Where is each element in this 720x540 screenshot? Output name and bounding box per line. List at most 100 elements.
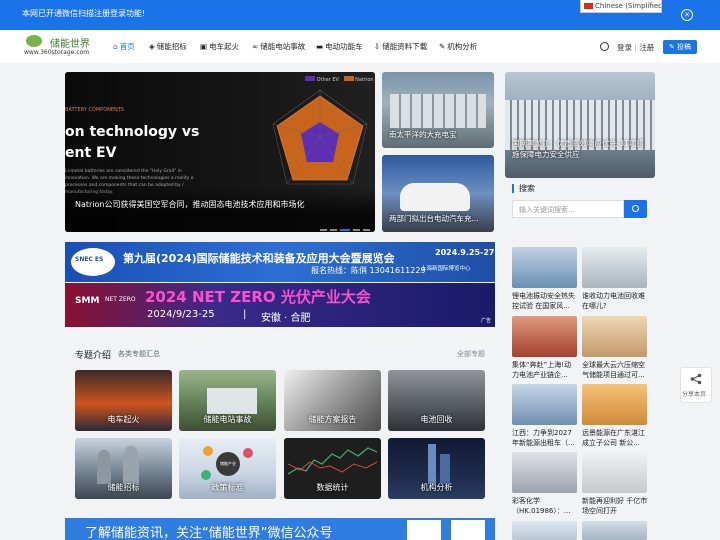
cooling-tower-image bbox=[97, 450, 111, 484]
topic-label: 机构分析 bbox=[420, 483, 453, 492]
news-thumbnail[interactable] bbox=[512, 247, 577, 288]
battery-containers-image bbox=[390, 94, 486, 128]
topic-card-ev-fire[interactable]: 电车起火 bbox=[75, 370, 172, 431]
cooling-tower-image bbox=[123, 446, 139, 484]
slider-dot-active[interactable] bbox=[340, 229, 350, 231]
nav-label: 机构分析 bbox=[447, 42, 478, 51]
news-thumbnail[interactable] bbox=[582, 247, 647, 288]
notice-text: 本网已开通微信扫描注册登录功能! bbox=[22, 9, 146, 18]
slider-dot[interactable] bbox=[363, 229, 370, 231]
ad-label: 广告 bbox=[481, 318, 492, 324]
radar-chart-graphic bbox=[272, 89, 368, 185]
hero-slider[interactable]: BATTERY COMPONENTS on technology vs ent … bbox=[65, 72, 375, 232]
news-card[interactable]: 国网黑龙江：优质高效响应优先 31项措施保障电力安全供应 bbox=[505, 72, 655, 178]
topic-card-statistics[interactable]: 数据统计 bbox=[284, 438, 381, 499]
news-title[interactable]: 锂电池振动安全热失控试验 在国家风... bbox=[512, 291, 578, 311]
topics-subtitle: 各类专题汇总 bbox=[118, 350, 160, 358]
site-logo[interactable]: 储能世界 www.360storage.com bbox=[24, 35, 94, 59]
expo-date: 2024.9.25-27 bbox=[435, 248, 495, 257]
topic-card-accidents[interactable]: 储能电站事故 bbox=[179, 370, 276, 431]
slider-dot[interactable] bbox=[320, 229, 327, 231]
car-icon: ▣ bbox=[200, 42, 208, 51]
sidebar-search-input[interactable]: 输入关键词搜索... bbox=[512, 200, 624, 218]
wrench-icon: ✎ bbox=[439, 42, 446, 51]
nav-item-home[interactable]: ⌂ 首页 bbox=[113, 41, 135, 52]
news-thumbnail[interactable] bbox=[512, 452, 577, 493]
topic-card-policy[interactable]: 储能产业 政策标准 bbox=[179, 438, 276, 499]
auth-links: 登录 | 注册 bbox=[617, 42, 654, 53]
home-icon: ⌂ bbox=[113, 42, 118, 51]
legend-natrion: Natrion bbox=[355, 77, 374, 83]
slider-dot[interactable] bbox=[330, 229, 337, 231]
expo-banner[interactable]: SNEC ES 第九届(2024)国际储能技术和装备及应用大会暨展览会 报名热线… bbox=[65, 242, 495, 282]
download-icon: ⇩ bbox=[374, 42, 381, 51]
ev-car-image bbox=[400, 183, 470, 211]
card-caption: 两部门拟出台电动汽车充... bbox=[389, 214, 479, 223]
link-icon: ∞ bbox=[252, 42, 259, 51]
topic-card-recycling[interactable]: 电池回收 bbox=[388, 370, 485, 431]
netzero-banner[interactable]: SMM NET ZERO 2024 NET ZERO 光伏产业大会 2024/9… bbox=[65, 283, 495, 327]
legend-other-ev: Other EV bbox=[316, 77, 339, 83]
topic-card-reports[interactable]: 储能方案报告 bbox=[284, 370, 381, 431]
topic-card-analysis[interactable]: 机构分析 bbox=[388, 438, 485, 499]
skyscraper-image bbox=[440, 454, 450, 484]
wechat-banner[interactable]: 了解储能资讯，关注“储能世界”微信公众号 bbox=[65, 518, 495, 540]
news-card[interactable]: 两部门拟出台电动汽车充... bbox=[382, 155, 494, 232]
login-link[interactable]: 登录 bbox=[617, 43, 632, 52]
topic-card-tenders[interactable]: 储能招标 bbox=[75, 438, 172, 499]
news-card[interactable]: 南太平洋的大充电宝 bbox=[382, 72, 494, 148]
topics-all-link[interactable]: 全部专题 bbox=[457, 349, 485, 359]
nav-item-function-vehicles[interactable]: ▬ 电动功能车 bbox=[316, 41, 363, 52]
news-title[interactable]: 全球最大云六压缩空气储能项目通过可... bbox=[582, 360, 648, 380]
netzero-logo: NET ZERO bbox=[105, 296, 136, 303]
language-selector[interactable]: Chinese (Simplified) bbox=[580, 0, 662, 13]
news-title[interactable]: 远景能源在广东湛江成立子公司 新公... bbox=[582, 428, 648, 448]
news-title[interactable]: 江西：力争到2027年新能源出租车（... bbox=[512, 428, 578, 448]
logo-name: 储能世界 bbox=[50, 39, 90, 50]
news-title[interactable]: 谁收动力电池回收难在哪儿? bbox=[582, 291, 648, 311]
news-title[interactable]: 彩客化学（HK.01986）：... bbox=[512, 496, 578, 516]
legend-swatch-natrion bbox=[343, 76, 354, 81]
news-title[interactable]: 集体“奔赴”上海!动力电池产业链企... bbox=[512, 360, 578, 380]
news-title[interactable]: 新能再迎利好 千亿市场空间打开 bbox=[582, 496, 648, 516]
close-icon[interactable]: ✕ bbox=[681, 9, 693, 21]
news-thumbnail[interactable] bbox=[512, 316, 577, 357]
expo-logo-text: SNEC ES bbox=[75, 256, 104, 263]
slider-dots[interactable] bbox=[320, 216, 373, 232]
card-caption: 南太平洋的大充电宝 bbox=[389, 130, 457, 139]
news-thumbnail[interactable] bbox=[512, 384, 577, 425]
slider-caption[interactable]: Natrion公司获得美国空军合同，推动固态电池技术应用和市场化 bbox=[75, 199, 315, 211]
nav-label: 电动功能车 bbox=[325, 42, 363, 51]
news-thumbnail[interactable] bbox=[582, 316, 647, 357]
news-thumbnail[interactable] bbox=[512, 521, 577, 540]
china-flag-icon bbox=[584, 3, 593, 9]
shield-icon: ◈ bbox=[149, 42, 155, 51]
nav-label: 储能招标 bbox=[156, 42, 187, 51]
nav-item-analysis[interactable]: ✎ 机构分析 bbox=[439, 41, 477, 52]
nav-item-accidents[interactable]: ∞ 储能电站事故 bbox=[252, 41, 305, 52]
news-thumbnail[interactable] bbox=[582, 452, 647, 493]
slider-dot[interactable] bbox=[353, 229, 360, 231]
register-link[interactable]: 注册 bbox=[639, 43, 654, 52]
sidebar-search-title: 搜索 bbox=[519, 184, 535, 193]
share-widget[interactable]: 分享本页 bbox=[680, 367, 712, 403]
sidebar-accent bbox=[512, 184, 514, 193]
news-thumbnail[interactable] bbox=[582, 521, 647, 540]
topic-label: 电池回收 bbox=[420, 415, 453, 424]
topics-title: 专题介绍 bbox=[75, 351, 112, 361]
nav-item-ev-fire[interactable]: ▣ 电车起火 bbox=[200, 41, 239, 52]
topic-label: 电车起火 bbox=[107, 415, 140, 424]
container-image bbox=[207, 388, 257, 414]
post-button[interactable]: ✎ 投稿 bbox=[663, 40, 697, 54]
news-thumbnail[interactable] bbox=[582, 384, 647, 425]
nav-item-tenders[interactable]: ◈ 储能招标 bbox=[149, 41, 187, 52]
nav-item-downloads[interactable]: ⇩ 储能资料下载 bbox=[374, 41, 427, 52]
logo-url: www.360storage.com bbox=[24, 49, 90, 56]
pencil-icon: ✎ bbox=[668, 43, 678, 51]
search-icon[interactable] bbox=[600, 42, 609, 51]
topic-label: 数据统计 bbox=[316, 483, 349, 492]
policy-diagram-node bbox=[201, 470, 211, 480]
sidebar-search-button[interactable] bbox=[624, 200, 647, 218]
skyscraper-image bbox=[428, 444, 436, 484]
expo-venue: 上海新国际博览中心 bbox=[421, 266, 471, 272]
